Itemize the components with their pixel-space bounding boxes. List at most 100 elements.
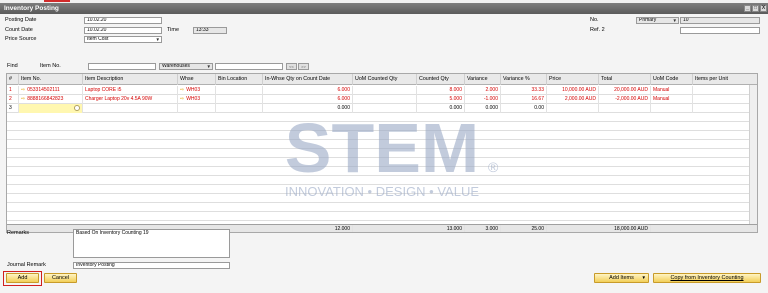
total-counted-qty: 13.000: [417, 225, 465, 232]
remarks-textarea[interactable]: Based On Inventory Counting 19: [73, 229, 230, 258]
counted-qty-cell[interactable]: 0.000: [417, 104, 465, 113]
table-row[interactable]: 2 ⇨ 8888166842823 Charger Laptop 20v 4.5A…: [7, 95, 757, 104]
link-arrow-icon[interactable]: ⇨: [180, 87, 184, 93]
empty-row: [7, 194, 757, 203]
link-arrow-icon[interactable]: ⇨: [180, 96, 184, 102]
previous-button[interactable]: <<: [286, 63, 297, 70]
link-arrow-icon[interactable]: ⇨: [21, 87, 25, 93]
price-source-select[interactable]: Item Cost ▼: [84, 36, 162, 43]
series-select[interactable]: Primary ▼: [636, 17, 679, 24]
add-button[interactable]: Add: [6, 273, 39, 283]
col-header-variance[interactable]: Variance: [465, 74, 501, 85]
copy-from-inventory-counting-button[interactable]: Copy from Inventory Counting: [653, 273, 761, 283]
cancel-button[interactable]: Cancel: [44, 273, 77, 283]
top-accent-mark: [44, 0, 70, 2]
in-whse-qty-cell: 6.000: [263, 95, 353, 104]
doc-no-field[interactable]: 10: [680, 17, 760, 24]
whse-cell[interactable]: ⇨ WH03: [178, 86, 216, 95]
posting-date-field[interactable]: 10.02.20: [84, 17, 162, 24]
items-per-unit-cell[interactable]: [693, 86, 751, 95]
close-icon[interactable]: X: [760, 5, 767, 12]
minimize-icon[interactable]: _: [744, 5, 751, 12]
empty-row: [7, 122, 757, 131]
empty-row: [7, 149, 757, 158]
table-row[interactable]: 1 ⇨ 053314502111 Laptop CORE i5 ⇨ WH03 6.0…: [7, 86, 757, 95]
col-header-in-whse-qty[interactable]: In-Whse Qty on Count Date: [263, 74, 353, 85]
counted-qty-cell[interactable]: 8.000: [417, 86, 465, 95]
col-header-bin-location[interactable]: Bin Location: [216, 74, 263, 85]
col-header-variance-pct[interactable]: Variance %: [501, 74, 547, 85]
col-header-total[interactable]: Total: [599, 74, 651, 85]
items-per-unit-cell[interactable]: [693, 104, 751, 113]
variance-cell: 2.000: [465, 86, 501, 95]
whse-value: WH03: [186, 96, 201, 102]
find-warehouse-input[interactable]: [215, 63, 283, 70]
col-header-item-no[interactable]: Item No.: [19, 74, 83, 85]
item-no-value: 8888166842823: [27, 96, 64, 102]
empty-row: [7, 158, 757, 167]
col-header-uom-counted-qty[interactable]: UoM Counted Qty: [353, 74, 417, 85]
item-description-cell[interactable]: Charger Laptop 20v 4.5A 90W: [83, 95, 178, 104]
col-header-items-per-unit[interactable]: Items per Unit: [693, 74, 757, 85]
col-header-counted-qty[interactable]: Counted Qty: [417, 74, 465, 85]
count-date-field[interactable]: 10.02.20: [84, 27, 162, 34]
item-description-cell[interactable]: Laptop CORE i5: [83, 86, 178, 95]
col-header-item-description[interactable]: Item Description: [83, 74, 178, 85]
items-per-unit-cell[interactable]: [693, 95, 751, 104]
in-whse-qty-cell: 0.000: [263, 104, 353, 113]
time-field[interactable]: 13:33: [193, 27, 227, 34]
table-header: # Item No. Item Description Whse Bin Loc…: [7, 74, 757, 85]
price-cell[interactable]: 10,000.00 AUD: [547, 86, 599, 95]
variance-cell: -1.000: [465, 95, 501, 104]
uom-counted-qty-cell[interactable]: [353, 86, 417, 95]
item-no-cell-active[interactable]: [19, 104, 83, 113]
col-header-num[interactable]: #: [7, 74, 19, 85]
find-label: Find: [7, 63, 18, 69]
count-date-label: Count Date: [5, 27, 33, 33]
uom-counted-qty-cell[interactable]: [353, 95, 417, 104]
row-number: 1: [7, 86, 19, 95]
price-cell[interactable]: 2,000.00 AUD: [547, 95, 599, 104]
whse-cell[interactable]: [178, 104, 216, 113]
price-cell[interactable]: [547, 104, 599, 113]
col-header-price[interactable]: Price: [547, 74, 599, 85]
vertical-scrollbar[interactable]: [749, 85, 757, 224]
empty-row: [7, 203, 757, 212]
empty-row: [7, 185, 757, 194]
bin-location-cell[interactable]: [216, 104, 263, 113]
warehouses-select[interactable]: Warehouses ▼: [159, 63, 213, 70]
col-header-whse[interactable]: Whse: [178, 74, 216, 85]
counted-qty-cell[interactable]: 5.000: [417, 95, 465, 104]
uom-code-cell[interactable]: Manual: [651, 86, 693, 95]
add-items-button[interactable]: Add Items ▼: [594, 273, 649, 283]
chevron-down-icon: ▼: [155, 37, 160, 42]
next-button[interactable]: >>: [298, 63, 309, 70]
chevron-down-icon: ▼: [206, 64, 211, 69]
uom-counted-qty-cell[interactable]: [353, 104, 417, 113]
doc-no-label: No.: [590, 17, 599, 23]
journal-remark-field[interactable]: Inventory Posting: [73, 262, 230, 269]
variance-pct-cell: 16.67: [501, 95, 547, 104]
uom-code-cell[interactable]: Manual: [651, 95, 693, 104]
choose-from-list-icon[interactable]: [74, 105, 80, 111]
ref2-field[interactable]: [680, 27, 760, 34]
link-arrow-icon[interactable]: ⇨: [21, 96, 25, 102]
bin-location-cell[interactable]: [216, 86, 263, 95]
empty-row: [7, 212, 757, 221]
col-header-uom-code[interactable]: UoM Code: [651, 74, 693, 85]
uom-code-cell[interactable]: [651, 104, 693, 113]
maximize-icon[interactable]: □: [752, 5, 759, 12]
whse-cell[interactable]: ⇨ WH03: [178, 95, 216, 104]
item-no-cell[interactable]: ⇨ 053314502111: [19, 86, 83, 95]
row-number: 3: [7, 104, 19, 113]
in-whse-qty-cell: 6.000: [263, 86, 353, 95]
price-source-value: Item Cost: [87, 36, 109, 42]
chevron-down-icon: ▼: [641, 275, 646, 280]
empty-row: [7, 131, 757, 140]
table-row[interactable]: 3 0.000 0.000 0.000 0.00: [7, 104, 757, 113]
empty-row: [7, 167, 757, 176]
item-no-cell[interactable]: ⇨ 8888166842823: [19, 95, 83, 104]
bin-location-cell[interactable]: [216, 95, 263, 104]
item-description-cell[interactable]: [83, 104, 178, 113]
find-item-no-input[interactable]: [88, 63, 156, 70]
